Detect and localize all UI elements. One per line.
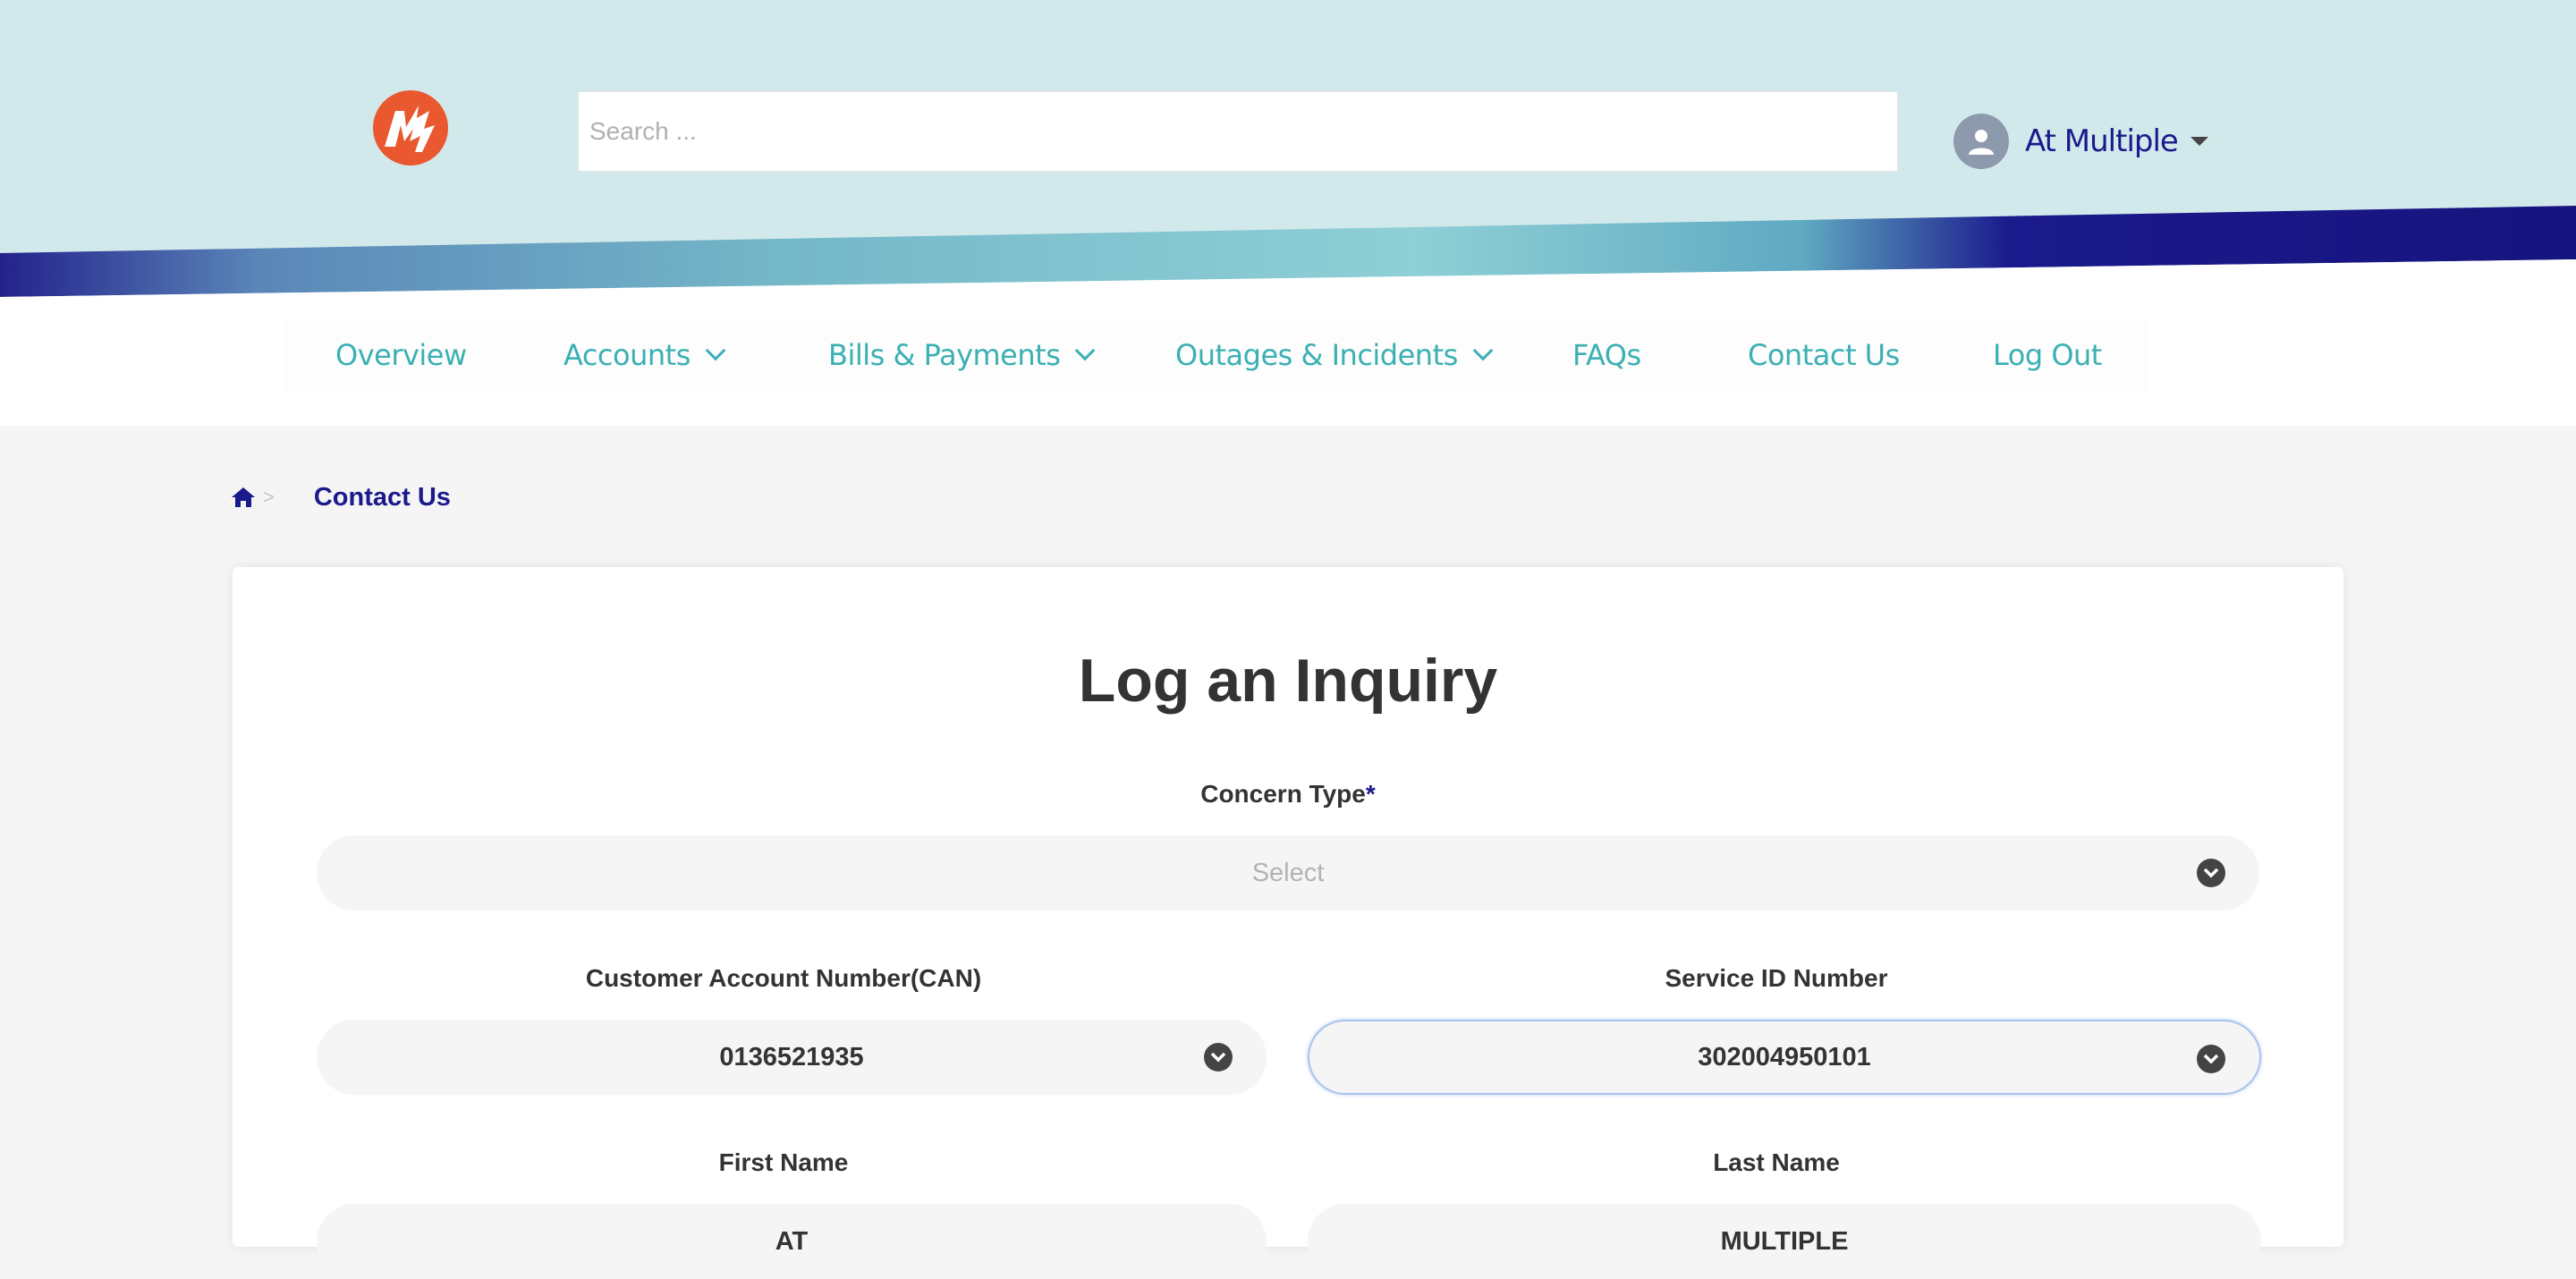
chevron-down-circle-icon <box>2197 1045 2225 1073</box>
company-logo[interactable] <box>372 89 449 166</box>
concern-type-label-text: Concern Type <box>1200 780 1366 808</box>
user-menu[interactable]: At Multiple <box>1953 113 2208 170</box>
chevron-down-icon <box>1075 340 1096 361</box>
search-input[interactable] <box>579 92 1897 171</box>
can-label: Customer Account Number(CAN) <box>585 964 982 992</box>
breadcrumb: > Contact Us <box>231 479 451 515</box>
header-swoosh <box>0 206 2576 313</box>
main-nav: Overview Accounts Bills & Payments Outag… <box>284 318 2147 392</box>
user-name: At Multiple <box>2025 123 2179 159</box>
caret-down-icon <box>2190 137 2208 146</box>
chevron-down-circle-icon <box>1204 1043 1233 1071</box>
nav-item-log-out[interactable]: Log Out <box>1993 318 2102 392</box>
last-name-label: Last Name <box>1713 1148 1840 1176</box>
nav-item-label: Accounts <box>564 338 691 372</box>
search-box <box>578 91 1898 172</box>
required-mark: * <box>1365 780 1376 808</box>
service-id-value: 302004950101 <box>1698 1042 1871 1071</box>
nav-item-label: Contact Us <box>1748 338 1900 372</box>
can-select[interactable]: 0136521935 <box>317 1020 1267 1095</box>
chevron-down-circle-icon <box>2197 859 2225 887</box>
chevron-down-icon <box>1472 340 1494 361</box>
nav-item-outages-incidents[interactable]: Outages & Incidents <box>1175 318 1494 392</box>
nav-item-bills-payments[interactable]: Bills & Payments <box>828 318 1096 392</box>
breadcrumb-separator: > <box>263 486 275 508</box>
nav-item-label: Log Out <box>1993 338 2102 372</box>
first-name-value: AT <box>775 1226 809 1256</box>
can-value: 0136521935 <box>719 1042 864 1071</box>
nav-item-label: Outages & Incidents <box>1175 338 1458 372</box>
nav-item-label: Overview <box>335 338 467 372</box>
nav-item-overview[interactable]: Overview <box>335 318 467 392</box>
first-name-field[interactable]: AT <box>317 1204 1267 1279</box>
home-icon[interactable] <box>231 486 256 509</box>
nav-item-label: FAQs <box>1572 338 1641 372</box>
nav-item-faqs[interactable]: FAQs <box>1572 318 1641 392</box>
breadcrumb-current: Contact Us <box>313 482 451 512</box>
last-name-value: MULTIPLE <box>1720 1226 1849 1256</box>
nav-item-label: Bills & Payments <box>828 338 1061 372</box>
nav-item-accounts[interactable]: Accounts <box>564 318 726 392</box>
concern-type-select[interactable]: Select <box>317 835 2259 911</box>
header: At Multiple <box>0 0 2576 313</box>
first-name-label: First Name <box>718 1148 849 1176</box>
page-title: Log an Inquiry <box>1078 647 1498 715</box>
concern-type-label: Concern Type* <box>233 780 2343 809</box>
user-avatar-icon <box>1953 114 2009 169</box>
service-id-select[interactable]: 302004950101 <box>1308 1020 2261 1095</box>
chevron-down-icon <box>705 340 726 361</box>
last-name-field[interactable]: MULTIPLE <box>1308 1204 2261 1279</box>
concern-type-placeholder: Select <box>1251 858 1325 887</box>
service-id-label: Service ID Number <box>1665 964 1888 992</box>
nav-item-contact-us[interactable]: Contact Us <box>1748 318 1900 392</box>
